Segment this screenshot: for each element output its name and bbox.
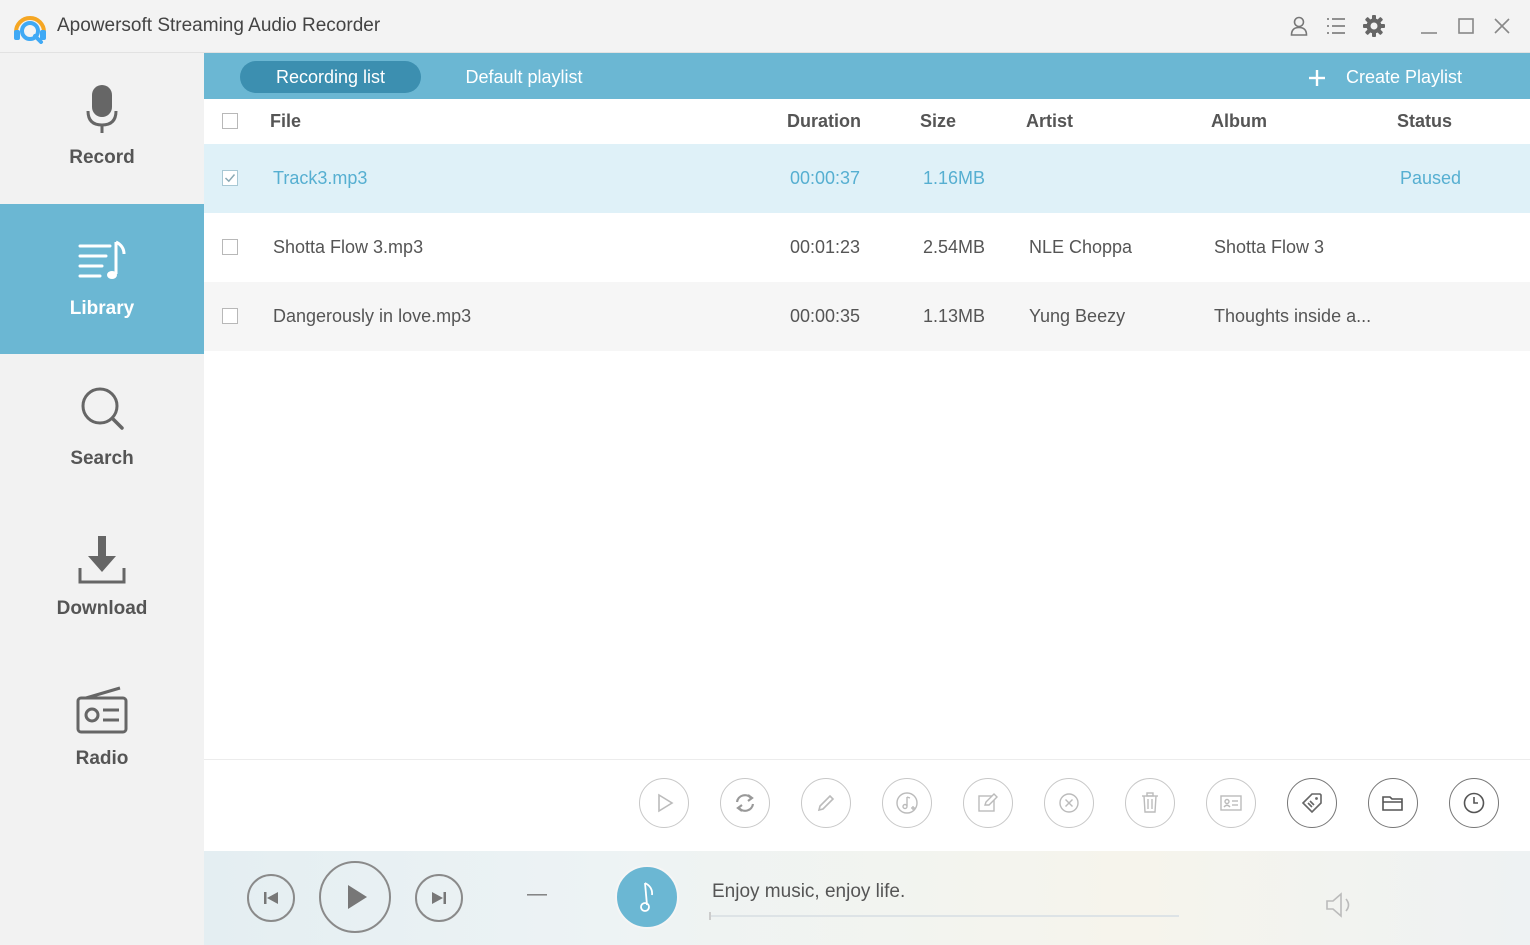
column-header-status[interactable]: Status [1397, 111, 1452, 132]
row-checkbox[interactable] [222, 239, 238, 255]
settings-gear-icon[interactable] [1362, 14, 1386, 38]
sidebar-item-download[interactable]: Download [0, 504, 204, 654]
table-row[interactable]: Track3.mp3 00:00:37 1.16MB Paused [204, 144, 1530, 213]
time-display: — [527, 883, 547, 905]
delete-button[interactable] [1125, 778, 1175, 828]
play-pause-button[interactable] [319, 861, 391, 933]
edit-tags-button[interactable] [963, 778, 1013, 828]
tab-bar: Recording list Default playlist Create P… [204, 53, 1530, 99]
sidebar-item-radio[interactable]: Radio [0, 654, 204, 804]
next-button[interactable] [415, 874, 463, 922]
sidebar-item-record[interactable]: Record [0, 53, 204, 203]
action-toolbar [204, 759, 1530, 852]
schedule-button[interactable] [1449, 778, 1499, 828]
track-info-button[interactable] [1206, 778, 1256, 828]
album-art-disc [615, 865, 679, 929]
sidebar-item-label: Record [69, 147, 135, 168]
select-all-checkbox[interactable] [222, 113, 238, 129]
play-track-button[interactable] [639, 778, 689, 828]
sidebar: Record Library Search Download Radio [0, 53, 204, 945]
title-bar: Apowersoft Streaming Audio Recorder [0, 0, 1530, 53]
table-row[interactable]: Shotta Flow 3.mp3 00:01:23 2.54MB NLE Ch… [204, 213, 1530, 282]
close-icon[interactable] [1490, 14, 1514, 38]
cell-duration: 00:00:35 [790, 306, 861, 326]
play-icon [348, 885, 367, 909]
cell-duration: 00:01:23 [790, 237, 861, 257]
cell-file: Track3.mp3 [273, 168, 368, 188]
skip-back-icon [264, 892, 278, 904]
sidebar-item-label: Library [69, 298, 135, 319]
edit-note-icon [978, 793, 998, 812]
sidebar-item-library[interactable]: Library [0, 204, 204, 354]
library-icon [78, 240, 126, 279]
download-icon [78, 536, 126, 584]
identify-tag-button[interactable] [1287, 778, 1337, 828]
previous-button[interactable] [247, 874, 295, 922]
sidebar-item-label: Download [56, 598, 148, 619]
column-header-artist[interactable]: Artist [1026, 111, 1073, 132]
cell-size: 1.13MB [923, 306, 986, 326]
remove-circle-icon [1059, 793, 1079, 813]
create-playlist-button[interactable]: Create Playlist [1308, 61, 1462, 93]
pencil-icon [817, 794, 835, 812]
remove-button[interactable] [1044, 778, 1094, 828]
trash-icon [1142, 792, 1158, 813]
radio-icon [76, 686, 128, 734]
cell-size: 1.16MB [923, 168, 986, 188]
player-bar: — Enjoy music, enjoy life. [204, 851, 1530, 945]
column-header-album[interactable]: Album [1211, 111, 1267, 132]
row-checkbox[interactable] [222, 170, 238, 186]
maximize-icon[interactable] [1454, 14, 1478, 38]
tag-icon [1301, 793, 1322, 814]
convert-icon [735, 794, 755, 812]
skip-forward-icon [432, 892, 446, 904]
create-playlist-label: Create Playlist [1345, 67, 1462, 87]
tab-default-playlist[interactable]: Default playlist [452, 61, 596, 93]
player-slogan: Enjoy music, enjoy life. [712, 881, 906, 902]
cell-duration: 00:00:37 [790, 168, 861, 188]
tab-recording-list[interactable]: Recording list [240, 61, 421, 93]
row-checkbox[interactable] [222, 308, 238, 324]
checkmark-icon [224, 174, 236, 183]
app-title: Apowersoft Streaming Audio Recorder [57, 15, 381, 36]
music-add-icon [896, 792, 918, 814]
minimize-icon[interactable] [1417, 14, 1441, 38]
clock-icon [1463, 792, 1485, 814]
music-note-icon [640, 882, 654, 912]
search-icon [81, 387, 124, 430]
cell-album: Thoughts inside a... [1214, 306, 1372, 326]
cell-status: Paused [1400, 168, 1462, 188]
add-to-playlist-button[interactable] [882, 778, 932, 828]
column-header-file[interactable]: File [270, 111, 301, 132]
convert-button[interactable] [720, 778, 770, 828]
cell-artist: Yung Beezy [1029, 306, 1126, 326]
play-icon [658, 793, 674, 813]
progress-bar[interactable] [709, 915, 1179, 917]
column-header-duration[interactable]: Duration [787, 111, 861, 132]
sidebar-item-search[interactable]: Search [0, 354, 204, 504]
table-header: File Duration Size Artist Album Status [204, 99, 1530, 144]
sidebar-item-label: Search [70, 448, 134, 469]
cell-size: 2.54MB [923, 237, 986, 257]
volume-icon[interactable] [1324, 890, 1358, 920]
table-row[interactable]: Dangerously in love.mp3 00:00:35 1.13MB … [204, 282, 1530, 351]
cell-album: Shotta Flow 3 [1214, 237, 1325, 257]
menu-list-icon[interactable] [1324, 14, 1348, 38]
open-folder-button[interactable] [1368, 778, 1418, 828]
sidebar-item-label: Radio [75, 748, 129, 769]
cell-file: Dangerously in love.mp3 [273, 306, 472, 326]
edit-button[interactable] [801, 778, 851, 828]
cell-file: Shotta Flow 3.mp3 [273, 237, 424, 257]
plus-icon [1308, 70, 1325, 86]
user-icon[interactable] [1287, 14, 1311, 38]
column-header-size[interactable]: Size [920, 111, 956, 132]
microphone-icon [86, 85, 118, 133]
folder-icon [1382, 796, 1403, 811]
progress-thumb[interactable] [709, 912, 711, 920]
cell-artist: NLE Choppa [1029, 237, 1133, 257]
app-logo-icon [14, 16, 46, 44]
id-card-icon [1220, 795, 1242, 811]
